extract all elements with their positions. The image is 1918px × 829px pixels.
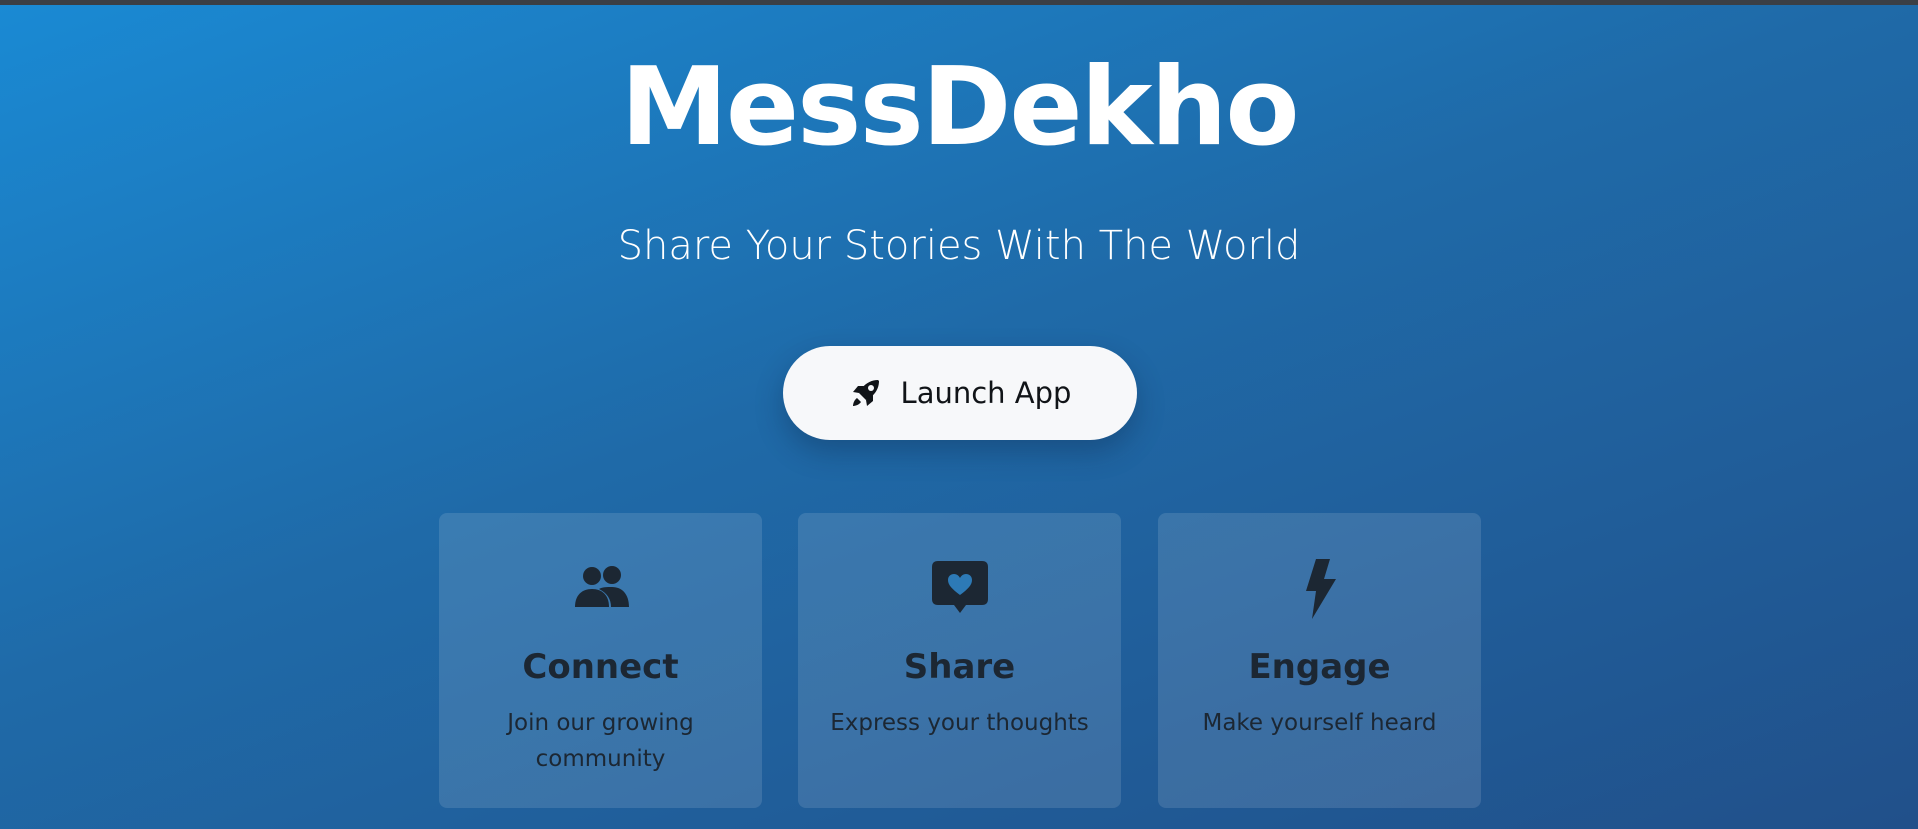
feature-description: Express your thoughts	[830, 710, 1089, 736]
feature-card-engage: Engage Make yourself heard	[1158, 513, 1481, 808]
launch-app-label: Launch App	[900, 376, 1072, 410]
rocket-icon	[849, 376, 883, 410]
feature-description: Make yourself heard	[1202, 710, 1437, 736]
heart-message-icon	[798, 557, 1121, 621]
lightning-icon	[1158, 557, 1481, 621]
page-subtitle: Share Your Stories With The World	[617, 223, 1301, 269]
feature-title: Share	[903, 647, 1016, 687]
feature-card-connect: Connect Join our growing community	[439, 513, 762, 808]
page-title: MessDekho	[620, 45, 1299, 170]
window-top-border	[0, 0, 1918, 5]
launch-app-button[interactable]: Launch App	[783, 346, 1137, 440]
feature-title: Engage	[1248, 647, 1391, 687]
feature-description: Join our growing community	[507, 710, 694, 772]
users-icon	[439, 557, 762, 621]
feature-card-share: Share Express your thoughts	[798, 513, 1121, 808]
feature-title: Connect	[522, 647, 679, 687]
